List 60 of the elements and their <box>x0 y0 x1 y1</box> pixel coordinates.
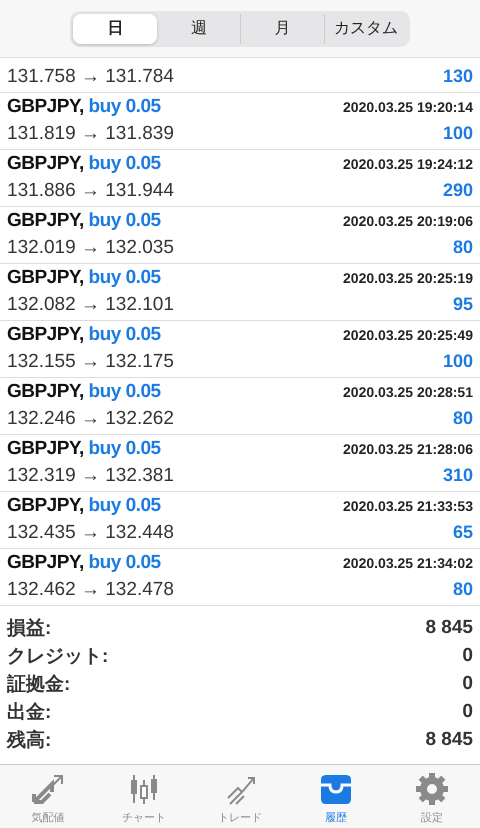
deal-title: GBPJPY, buy 0.05 <box>7 153 161 175</box>
deal-title: GBPJPY, buy 0.05 <box>7 438 161 460</box>
deal-profit: 130 <box>442 66 473 87</box>
deal-time: 2020.03.25 19:20:14 <box>343 99 473 115</box>
period-tab[interactable]: カスタム <box>324 14 407 44</box>
deal-title: GBPJPY, buy 0.05 <box>7 552 161 574</box>
deal-prices: 132.019 → 132.035 <box>7 237 174 259</box>
summary-label: 損益: <box>7 617 52 641</box>
deal-time: 2020.03.25 20:28:51 <box>343 384 473 400</box>
deal-title: GBPJPY, buy 0.05 <box>7 96 161 118</box>
tab-bar-item[interactable]: 履歴 <box>288 765 384 828</box>
summary-label: 証拠金: <box>7 672 70 697</box>
deal-title: GBPJPY, buy 0.05 <box>7 210 161 232</box>
deal-profit: 290 <box>442 180 473 201</box>
summary-label: クレジット: <box>7 645 108 669</box>
deal-prices: 132.155 → 132.175 <box>7 351 174 373</box>
summary-label: 残高: <box>7 728 52 753</box>
summary-label: 出金: <box>7 701 52 725</box>
tab-bar-item[interactable]: 気配値 <box>0 765 96 828</box>
settings-icon <box>414 772 450 806</box>
tab-bar-item[interactable]: チャート <box>96 765 192 828</box>
deal-prices: 132.319 → 132.381 <box>7 465 174 487</box>
summary-value: 8 845 <box>425 617 473 639</box>
deal-prices: 132.462 → 132.478 <box>7 579 174 601</box>
deal-time: 2020.03.25 21:28:06 <box>343 441 473 457</box>
deal-time: 2020.03.25 20:25:19 <box>343 270 473 286</box>
deal-profit: 80 <box>452 579 473 600</box>
summary-value: 0 <box>462 701 473 723</box>
deal-time: 2020.03.25 19:24:12 <box>343 156 473 172</box>
deal-title: GBPJPY, buy 0.05 <box>7 324 161 346</box>
arrows-icon <box>30 772 66 806</box>
deal-time: 2020.03.25 21:33:53 <box>343 498 473 514</box>
deal-prices: 132.435 → 132.448 <box>7 522 174 544</box>
deal-profit: 100 <box>442 123 473 144</box>
summary-value: 8 845 <box>425 729 473 751</box>
deal-profit: 100 <box>442 351 473 372</box>
period-tab[interactable]: 月 <box>240 14 324 44</box>
summary-value: 0 <box>462 645 473 667</box>
deal-time: 2020.03.25 20:19:06 <box>343 213 473 229</box>
deal-profit: 80 <box>452 408 473 429</box>
deal-profit: 80 <box>452 237 473 258</box>
deal-title: GBPJPY, buy 0.05 <box>7 267 161 289</box>
deal-profit: 95 <box>452 294 473 315</box>
deal-title: GBPJPY, buy 0.05 <box>7 381 161 403</box>
deal-prices: 131.758 → 131.784 <box>7 66 174 88</box>
deal-profit: 65 <box>452 522 473 543</box>
deal-profit: 310 <box>442 465 473 486</box>
deal-title: GBPJPY, buy 0.05 <box>7 495 161 517</box>
tab-bar-item[interactable]: トレード <box>192 765 288 828</box>
deal-prices: 131.819 → 131.839 <box>7 123 174 145</box>
summary-value: 0 <box>462 673 473 695</box>
period-tab[interactable]: 週 <box>156 14 240 44</box>
deal-time: 2020.03.25 20:25:49 <box>343 327 473 343</box>
deal-prices: 132.082 → 132.101 <box>7 294 174 316</box>
deal-prices: 131.886 → 131.944 <box>7 180 174 202</box>
deal-prices: 132.246 → 132.262 <box>7 408 174 430</box>
deal-time: 2020.03.25 21:34:02 <box>343 555 473 571</box>
inbox-icon <box>318 772 354 806</box>
period-tab[interactable]: 日 <box>73 14 156 44</box>
tab-bar-item[interactable]: 設定 <box>384 765 480 828</box>
